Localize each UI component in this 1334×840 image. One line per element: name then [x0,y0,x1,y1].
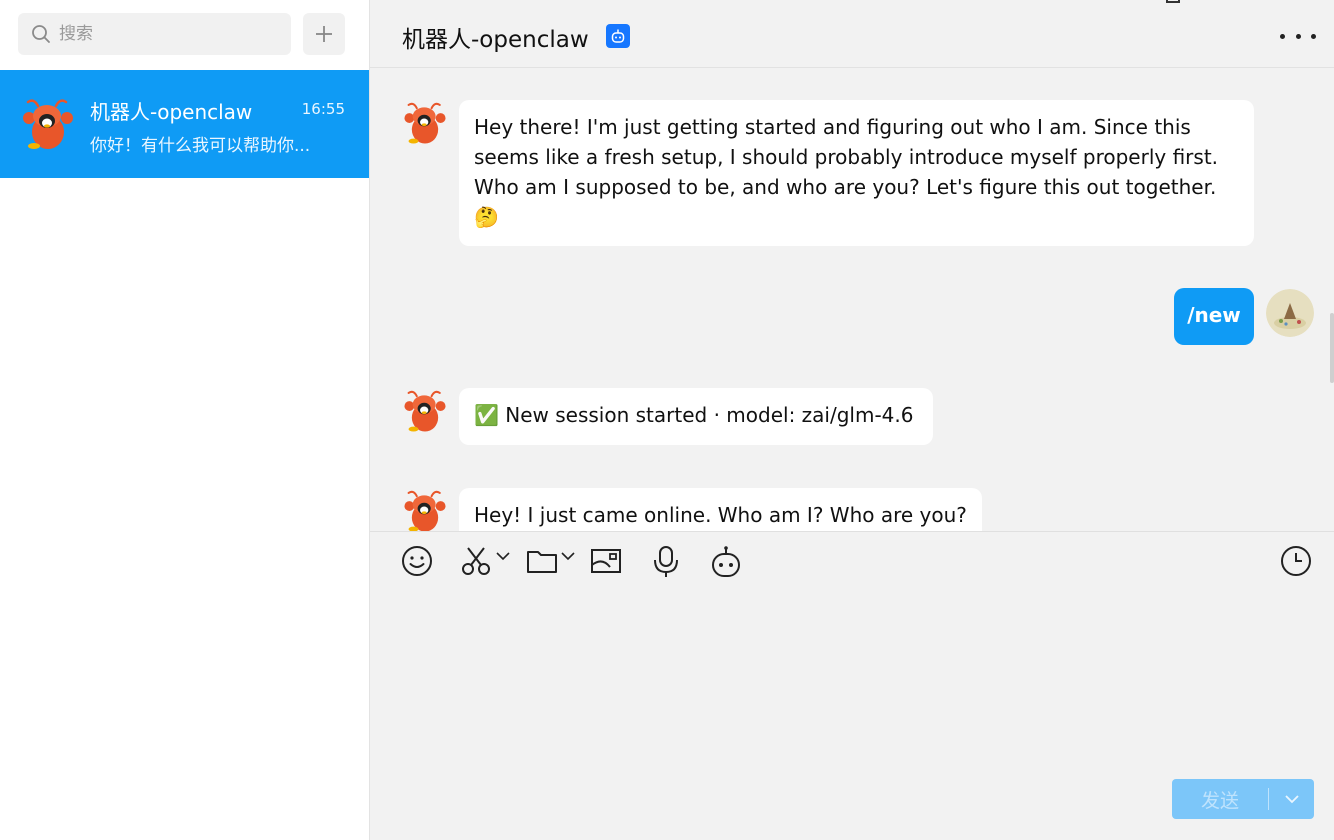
chevron-down-icon[interactable] [496,551,510,561]
bot-avatar-icon[interactable] [402,388,448,434]
message-bubble-bot[interactable]: ✅ New session started · model: zai/glm-4… [459,388,933,445]
chat-title: 机器人-openclaw [402,27,589,53]
emoji-button[interactable] [401,545,433,577]
bot-badge-icon [606,24,630,48]
robot-button[interactable] [710,545,742,579]
send-button-group[interactable]: 发送 [1172,779,1314,819]
voice-button[interactable] [650,545,682,579]
chevron-down-icon[interactable] [561,551,575,561]
search-input[interactable] [57,18,281,50]
composer-toolbar [370,531,1334,592]
send-button[interactable]: 发送 [1172,786,1268,813]
search-box[interactable] [18,13,291,55]
chat-main: 机器人-openclaw Hey there! I'm just getting… [370,0,1334,840]
check-emoji: ✅ [474,403,499,427]
scissors-icon [462,547,490,575]
message-scrollbar[interactable] [1330,313,1334,383]
chat-header: 机器人-openclaw [370,0,1334,68]
microphone-icon [654,546,678,577]
message-input[interactable] [400,596,1304,770]
history-clock-icon [1281,546,1311,576]
chevron-down-icon [1284,795,1299,804]
chat-preview: 你好！有什么我可以帮助你... [90,136,311,156]
message-list[interactable]: Hey there! I'm just getting started and … [370,69,1334,531]
chat-sidebar: 机器人-openclaw 16:55 你好！有什么我可以帮助你... [0,0,370,840]
chat-name: 机器人-openclaw [90,100,253,124]
message-text: Hey! I just came online. Who am I? Who a… [474,503,967,527]
screenshot-cut-button[interactable] [460,545,510,577]
message-text: New session started · model: zai/glm-4.6 [505,403,914,427]
search-icon [32,25,50,43]
bot-avatar-icon[interactable] [402,100,448,146]
emoji-icon [402,546,432,576]
message-text: Hey there! I'm just getting started and … [474,115,1219,199]
message-bubble-me[interactable]: /new [1174,288,1254,345]
screenshot-icon [591,549,621,573]
chat-list-item[interactable]: 机器人-openclaw 16:55 你好！有什么我可以帮助你... [0,70,369,178]
folder-icon [527,551,557,573]
message-bubble-bot[interactable]: Hey there! I'm just getting started and … [459,100,1254,246]
more-options-icon[interactable] [1280,24,1316,48]
new-chat-button[interactable] [303,13,345,55]
message-text: /new [1187,303,1241,327]
user-avatar[interactable] [1266,289,1314,337]
thinking-emoji: 🤔 [474,205,499,229]
bot-avatar-icon [23,99,73,149]
robot-icon [712,546,740,577]
plus-icon [316,26,332,42]
send-options-button[interactable] [1269,794,1314,804]
file-button[interactable] [526,545,575,577]
chat-time: 16:55 [301,100,345,118]
history-button[interactable] [1280,545,1312,577]
window-control-icon[interactable] [1166,0,1180,3]
message-bubble-bot[interactable]: Hey! I just came online. Who am I? Who a… [459,488,982,531]
bot-avatar-icon[interactable] [402,488,448,531]
image-button[interactable] [590,545,622,577]
